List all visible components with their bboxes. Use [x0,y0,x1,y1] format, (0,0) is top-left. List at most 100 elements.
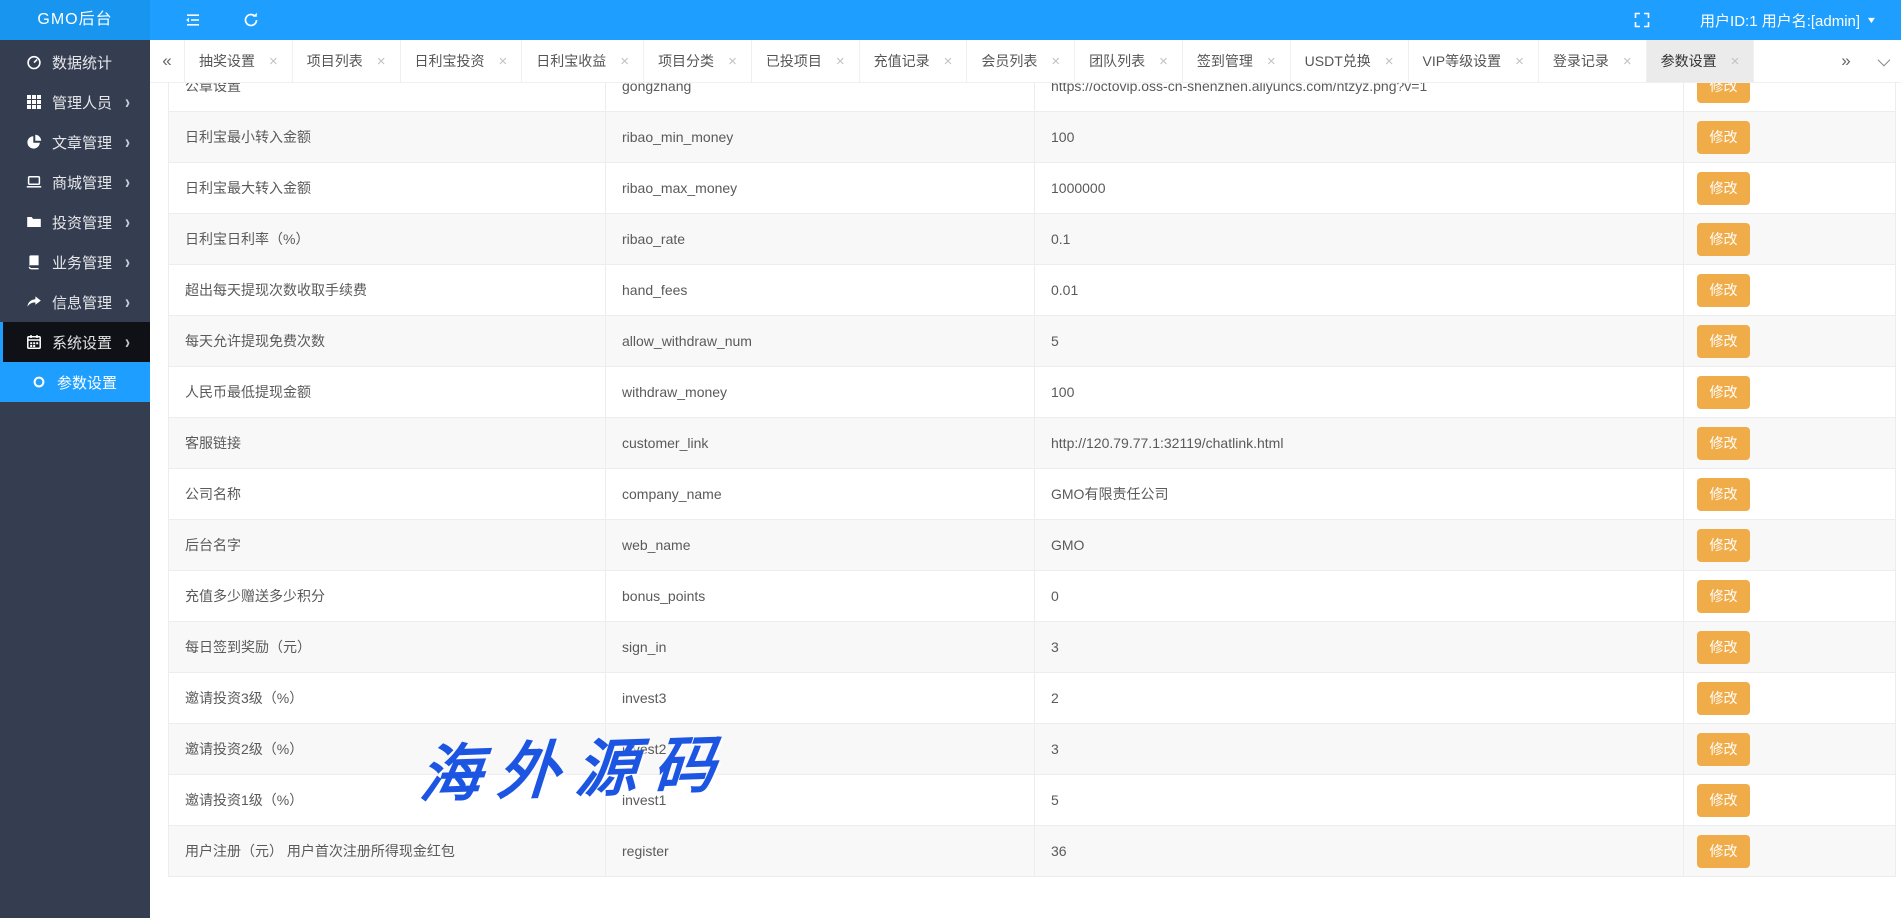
header-right: 用户ID:1 用户名:[admin] ▼ [1632,10,1901,31]
param-key-cell: ribao_min_money [606,112,1035,162]
collapse-sidebar-icon[interactable] [183,10,203,30]
param-label-cell: 公司名称 [169,469,606,519]
param-value-cell: 36 [1035,826,1684,876]
tab-item[interactable]: 抽奖设置 × [184,40,293,82]
sidebar-item-mall[interactable]: 商城管理› [0,162,150,202]
param-action-cell: 修改 [1684,83,1895,111]
tab-close-icon[interactable]: × [728,53,737,70]
tab-item[interactable]: 会员列表× [967,40,1075,82]
tab-item[interactable]: VIP等级设置× [1409,40,1539,82]
tab-close-icon[interactable]: × [1385,53,1394,70]
tab-item[interactable]: USDT兑换× [1291,40,1409,82]
param-label-cell: 每天允许提现免费次数 [169,316,606,366]
param-key-cell: ribao_max_money [606,163,1035,213]
sidebar-item-investment[interactable]: 投资管理› [0,202,150,242]
edit-button[interactable]: 修改 [1697,784,1750,817]
tab-item[interactable]: 团队列表× [1075,40,1183,82]
sidebar-item-admins[interactable]: 管理人员› [0,82,150,122]
tab-close-icon[interactable]: × [269,53,278,70]
user-menu[interactable]: 用户ID:1 用户名:[admin] ▼ [1700,10,1876,31]
tab-label: 抽奖设置 [199,51,255,71]
tab-item[interactable]: 充值记录 × [860,40,968,82]
param-label-cell: 客服链接 [169,418,606,468]
param-label-cell: 后台名字 [169,520,606,570]
tab-item[interactable]: 项目分类× [644,40,752,82]
tab-close-icon[interactable]: × [1731,53,1740,70]
tab-label: 日利宝投资 [415,51,485,71]
sidebar-item-label: 数据统计 [52,52,112,73]
sidebar-item-system-settings[interactable]: 系统设置› [0,322,150,362]
param-key-cell: sign_in [606,622,1035,672]
sidebar-item-param-settings[interactable]: 参数设置 [0,362,150,402]
tab-close-icon[interactable]: × [944,53,953,70]
param-label-cell: 超出每天提现次数收取手续费 [169,265,606,315]
tab-item[interactable]: 日利宝投资 × [401,40,523,82]
edit-button[interactable]: 修改 [1697,631,1750,664]
tab-item[interactable]: 日利宝收益× [522,40,644,82]
tab-item[interactable]: 登录记录× [1539,40,1647,82]
tab-label: 签到管理 [1197,51,1253,71]
param-key-cell: web_name [606,520,1035,570]
tab-close-icon[interactable]: × [1159,53,1168,70]
param-key-cell: customer_link [606,418,1035,468]
edit-button[interactable]: 修改 [1697,580,1750,613]
tab-label: 已投项目 [766,51,822,71]
sidebar-item-business[interactable]: 业务管理› [0,242,150,282]
tab-close-icon[interactable]: × [499,53,508,70]
tab-close-icon[interactable]: × [836,53,845,70]
param-row: 人民币最低提现金额withdraw_money100修改 [169,367,1895,418]
edit-button[interactable]: 修改 [1697,478,1750,511]
sidebar-item-articles[interactable]: 文章管理› [0,122,150,162]
edit-button[interactable]: 修改 [1697,835,1750,868]
edit-button[interactable]: 修改 [1697,733,1750,766]
tab-item[interactable]: 签到管理 × [1183,40,1291,82]
param-action-cell: 修改 [1684,214,1895,264]
edit-button[interactable]: 修改 [1697,274,1750,307]
sidebar-item-information[interactable]: 信息管理› [0,282,150,322]
edit-button[interactable]: 修改 [1697,682,1750,715]
top-header: 用户ID:1 用户名:[admin] ▼ [150,0,1901,40]
scroll-tabs-left-icon[interactable]: « [150,40,184,82]
tab-close-icon[interactable]: × [1623,53,1632,70]
tab-item[interactable]: 项目列表× [293,40,401,82]
edit-button[interactable]: 修改 [1697,325,1750,358]
param-label-cell: 日利宝最小转入金额 [169,112,606,162]
edit-button[interactable]: 修改 [1697,427,1750,460]
circle-icon [30,374,47,391]
tab-close-icon[interactable]: × [1051,53,1060,70]
param-label-cell: 人民币最低提现金额 [169,367,606,417]
tab-close-icon[interactable]: × [1267,53,1276,70]
folder-icon [25,214,42,231]
param-key-cell: allow_withdraw_num [606,316,1035,366]
param-action-cell: 修改 [1684,775,1895,825]
param-row: 日利宝最小转入金额ribao_min_money100 修改 [169,112,1895,163]
tab-options-button[interactable] [1863,40,1901,82]
edit-button[interactable]: 修改 [1697,83,1750,103]
param-value-cell: 100 [1035,112,1684,162]
sidebar-item-data-stats[interactable]: 数据统计 [0,42,150,82]
edit-button[interactable]: 修改 [1697,529,1750,562]
param-action-cell: 修改 [1684,469,1895,519]
edit-button[interactable]: 修改 [1697,223,1750,256]
param-value-cell: GMO有限责任公司 [1035,469,1684,519]
refresh-icon[interactable] [241,10,261,30]
param-row: 每日签到奖励（元）sign_in3修改 [169,622,1895,673]
param-row: 日利宝最大转入金额ribao_max_money1000000修改 [169,163,1895,214]
chevron-right-icon: › [125,131,130,153]
param-action-cell: 修改 [1684,163,1895,213]
scroll-tabs-right-icon[interactable]: » [1829,40,1863,82]
sidebar: GMO后台 数据统计管理人员›文章管理›商城管理›投资管理›业务管理›信息管理›… [0,0,150,918]
edit-button[interactable]: 修改 [1697,376,1750,409]
tab-label: 充值记录 [874,51,930,71]
calendar-icon [25,334,42,351]
fullscreen-icon[interactable] [1632,10,1652,30]
tab-item[interactable]: 已投项目 × [752,40,860,82]
tab-close-icon[interactable]: × [620,53,629,70]
tab-close-icon[interactable]: × [1515,53,1524,70]
tab-item[interactable]: 参数设置× [1647,40,1755,82]
edit-button[interactable]: 修改 [1697,121,1750,154]
book-icon [25,254,42,271]
param-value-cell: 5 [1035,316,1684,366]
edit-button[interactable]: 修改 [1697,172,1750,205]
tab-close-icon[interactable]: × [377,53,386,70]
